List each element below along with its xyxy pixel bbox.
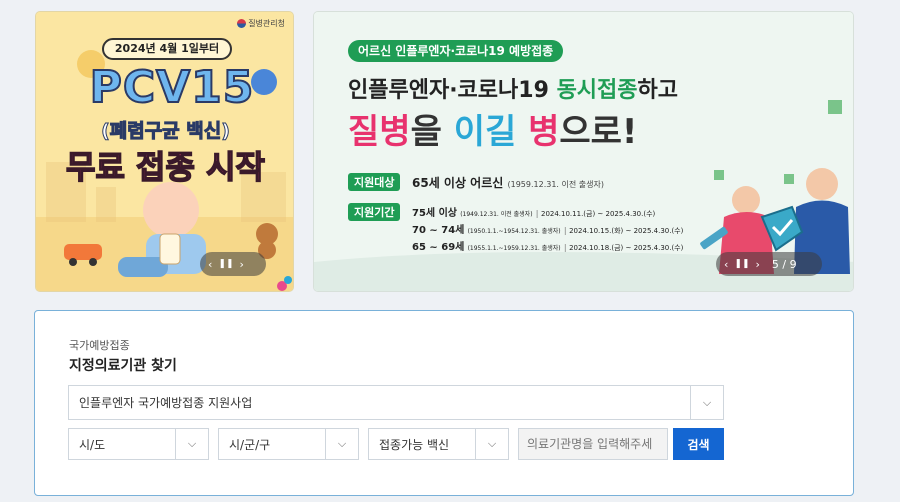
next-icon[interactable]: ›: [240, 258, 244, 271]
pcv15-banner[interactable]: 질병관리청 2024년 4월 1일부터 PCV15 (폐렴구균 백신) 무료 접…: [35, 11, 294, 292]
chevron-down-icon[interactable]: ⌵: [175, 429, 208, 459]
line2-word-1: 질병: [348, 112, 411, 152]
banner-line1: 인플루엔자·코로나19 동시접종하고: [348, 72, 678, 104]
chevron-down-icon[interactable]: ⌵: [690, 386, 723, 419]
period-range: 2024.10.15.(화) ~ 2025.4.30.(수): [569, 227, 684, 235]
vaccine-name: PCV15: [89, 61, 255, 114]
clinic-search-panel: 국가예방접종 지정의료기관 찾기 인플루엔자 국가예방접종 지원사업 ⌵ 시/도…: [34, 310, 854, 496]
period-age: 75세 이상: [412, 208, 457, 219]
sigungu-select[interactable]: 시/군/구 ⌵: [218, 428, 359, 460]
period-born: (1950.1.1.~1954.12.31. 출생자): [467, 228, 561, 235]
banner-line2: 질병을 이길 병으로!: [348, 104, 637, 153]
target-age: 65세 이상 어르신: [412, 176, 504, 190]
plus-deco-icon: [828, 100, 842, 114]
pause-icon[interactable]: ❚❚: [218, 259, 233, 269]
period-label: 지원기간: [348, 203, 401, 221]
flu-covid-banner[interactable]: 어르신 인플루엔자·코로나19 예방접종 인플루엔자·코로나19 동시접종하고 …: [313, 11, 854, 292]
line2-word-5: 으로!: [559, 112, 638, 152]
search-title: 지정의료기관 찾기: [69, 358, 177, 374]
target-value: 65세 이상 어르신 (1959.12.31. 이전 출생자): [412, 174, 604, 191]
prev-icon[interactable]: ‹: [208, 258, 212, 271]
line2-word-2: 을: [410, 112, 454, 152]
line2-word-4: 병: [516, 112, 560, 152]
headline: 무료 접종 시작: [65, 147, 265, 187]
prev-icon[interactable]: ‹: [724, 258, 728, 271]
search-button[interactable]: 검색: [673, 428, 724, 460]
line1-tail: 하고: [637, 78, 679, 103]
right-banner-controls: ‹ ❚❚ › 5 / 9: [716, 252, 822, 276]
line2-word-3: 이길: [453, 112, 517, 152]
baby-illustration: [143, 182, 199, 238]
agency-logo-icon: [237, 19, 247, 28]
period-age: 65 ~ 69세: [412, 242, 465, 253]
pause-icon[interactable]: ❚❚: [734, 259, 749, 269]
period-born: (1955.1.1.~1959.12.31. 출생자): [467, 245, 561, 252]
search-category: 국가예방접종: [69, 339, 130, 352]
slide-counter: 5 / 9: [771, 257, 797, 271]
program-select[interactable]: 인플루엔자 국가예방접종 지원사업 ⌵: [68, 385, 724, 420]
line1-accent: 동시접종: [556, 78, 638, 103]
target-label: 지원대상: [348, 173, 401, 191]
agency-name: 질병관리청: [248, 19, 285, 28]
line1-text: 인플루엔자·코로나19: [348, 78, 557, 103]
chevron-down-icon[interactable]: ⌵: [475, 429, 508, 459]
sido-select[interactable]: 시/도 ⌵: [68, 428, 209, 460]
toy-car-icon: [64, 244, 102, 260]
period-row: 65 ~ 69세 (1955.1.1.~1959.12.31. 출생자) | 2…: [412, 238, 683, 253]
vaccine-sub: (폐렴구균 백신): [101, 120, 231, 143]
clinic-name-input[interactable]: [518, 428, 668, 460]
sigungu-select-value: 시/군/구: [229, 437, 271, 452]
sido-select-value: 시/도: [79, 437, 106, 452]
period-range: 2024.10.18.(금) ~ 2025.4.30.(수): [569, 244, 684, 252]
period-born: (1949.12.31. 이전 출생자): [460, 211, 533, 218]
vaccine-select-value: 접종가능 백신: [379, 437, 450, 452]
agency-logo: 질병관리청: [237, 18, 285, 29]
date-ribbon: 2024년 4월 1일부터: [102, 38, 232, 60]
period-range: 2024.10.11.(금) ~ 2025.4.30.(수): [540, 210, 656, 218]
period-row: 75세 이상 (1949.12.31. 이전 출생자) | 2024.10.11…: [412, 204, 655, 219]
target-note: (1959.12.31. 이전 출생자): [507, 180, 604, 189]
chevron-down-icon[interactable]: ⌵: [325, 429, 358, 459]
next-icon[interactable]: ›: [756, 258, 760, 271]
banner-pill: 어르신 인플루엔자·코로나19 예방접종: [348, 40, 564, 62]
period-age: 70 ~ 74세: [412, 225, 465, 236]
left-banner-controls: ‹ ❚❚ ›: [200, 252, 266, 276]
program-select-value: 인플루엔자 국가예방접종 지원사업: [79, 396, 253, 410]
period-row: 70 ~ 74세 (1950.1.1.~1954.12.31. 출생자) | 2…: [412, 221, 683, 236]
vaccine-select[interactable]: 접종가능 백신 ⌵: [368, 428, 509, 460]
